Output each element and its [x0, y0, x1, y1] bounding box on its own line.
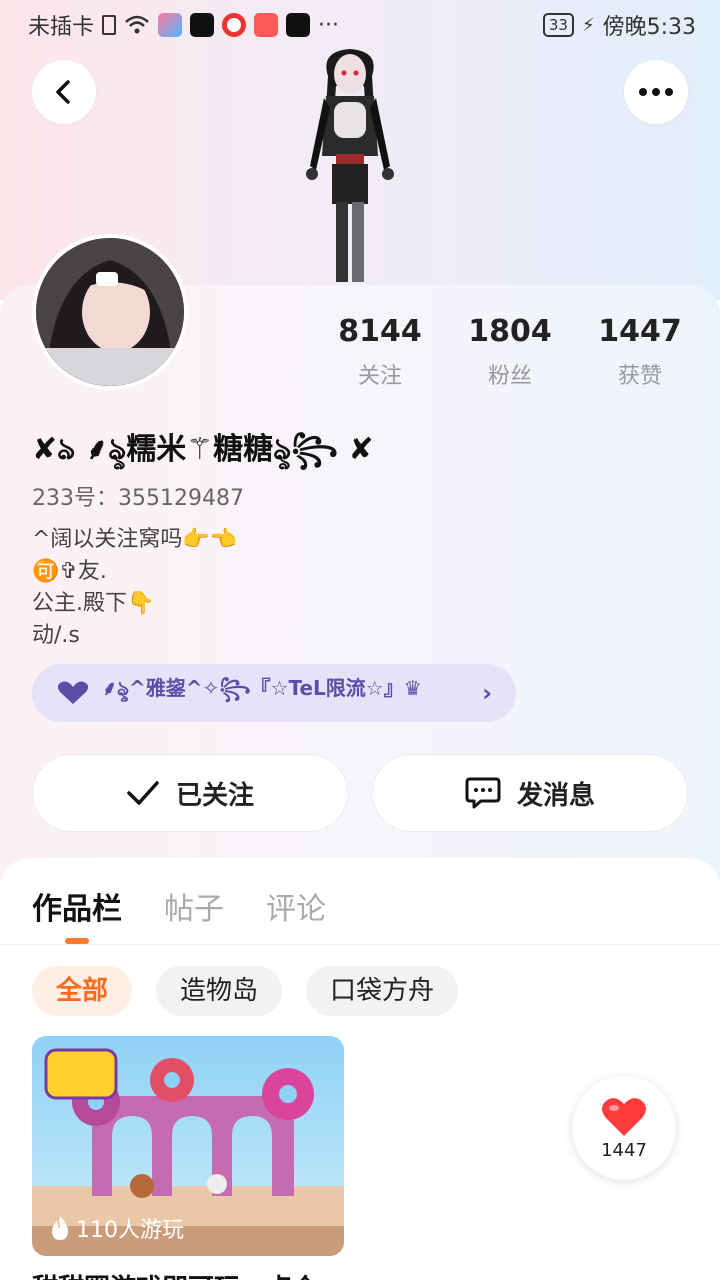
clock: 傍晚5:33 [602, 15, 696, 40]
stat-followers[interactable]: 1804 粉丝 [450, 312, 570, 390]
more-options-button[interactable] [624, 60, 688, 124]
nickname: ✘ঌ ⸙ৡ糯米⚚糖糖ৡ꧂ ✘ [32, 432, 374, 467]
check-icon [127, 781, 159, 805]
charging-icon: ⚡ [581, 14, 595, 36]
bio: ^阔以关注窝吗👉👈 🉑✞友. 公主.殿下👇 动/.s [32, 524, 237, 652]
heart-icon [602, 1097, 646, 1136]
play-count: 110人游玩 [50, 1212, 184, 1244]
stat-following[interactable]: 8144 关注 [320, 312, 440, 390]
content-tabs: 作品栏 帖子 评论 [32, 884, 326, 944]
filter-chips: 全部 造物岛 口袋方舟 [32, 966, 459, 1016]
message-label: 发消息 [516, 780, 595, 811]
stat-value: 1447 [598, 314, 682, 349]
stat-value: 1804 [468, 314, 552, 349]
avatar-photo [36, 238, 184, 386]
shop-icon [254, 13, 279, 37]
like-button[interactable]: 1447 [572, 1076, 676, 1180]
filter-all[interactable]: 全部 [32, 966, 133, 1016]
more-notify-icon: ··· [318, 12, 339, 38]
bio-line: 🉑✞友. [32, 559, 107, 584]
battery-indicator: 33 [542, 13, 574, 37]
filter-creation-island[interactable]: 造物岛 [156, 966, 283, 1016]
filter-pocket-ark[interactable]: 口袋方舟 [306, 966, 459, 1016]
profile-stats: 8144 关注 1804 粉丝 1447 获赞 [320, 312, 700, 390]
avatar-character-figure [306, 49, 394, 282]
status-bar: 未插卡 ··· 33 ⚡ 傍晚5:33 [0, 0, 720, 50]
wifi-icon [125, 15, 149, 34]
heart-icon [57, 681, 89, 704]
carrier-text: 未插卡 [28, 15, 95, 40]
bio-line: 公主.殿下👇 [32, 591, 155, 616]
stat-value: 8144 [338, 314, 422, 349]
account-id: 233号：355129487 [32, 486, 244, 511]
game-title[interactable]: 甜甜圈游戏即可玩，点个 [32, 1268, 318, 1280]
stat-label: 获赞 [617, 364, 662, 389]
record-icon [222, 13, 247, 37]
game-card[interactable]: 110人游玩 [32, 1036, 344, 1256]
tab-posts[interactable]: 帖子 [164, 884, 224, 928]
stat-likes[interactable]: 1447 获赞 [580, 312, 700, 390]
guild-badge[interactable]: ⸙ৡ^雅鋆^✧꧂『☆TeL限流☆』♛ › [32, 664, 516, 722]
music-icon [286, 13, 311, 37]
works-section: 作品栏 帖子 评论 全部 造物岛 口袋方舟 110人游玩 甜甜圈游戏即可玩，点 [0, 858, 720, 1280]
guild-text: ⸙ৡ^雅鋆^✧꧂『☆TeL限流☆』♛ [102, 676, 422, 700]
tab-divider [0, 944, 720, 945]
chat-bubble-icon [465, 777, 501, 809]
chevron-left-icon [56, 80, 70, 104]
send-message-button[interactable]: 发消息 [372, 754, 688, 832]
tab-comments[interactable]: 评论 [266, 884, 326, 928]
like-count: 1447 [601, 1139, 647, 1161]
ellipsis-icon [639, 88, 673, 96]
play-count-text: 110人游玩 [76, 1218, 184, 1243]
sim-icon [102, 15, 117, 35]
back-button[interactable] [32, 60, 96, 124]
following-button[interactable]: 已关注 [32, 754, 348, 832]
tab-works[interactable]: 作品栏 [32, 884, 122, 944]
bio-line: 动/.s [32, 623, 80, 648]
flame-icon [52, 1216, 68, 1240]
avatar[interactable] [32, 234, 188, 390]
following-label: 已关注 [175, 780, 254, 811]
chevron-right-icon: › [482, 679, 492, 707]
stat-label: 关注 [357, 364, 402, 389]
stat-label: 粉丝 [487, 364, 532, 389]
capcut-icon [190, 13, 215, 37]
bio-line: ^阔以关注窝吗👉👈 [32, 527, 238, 552]
app-notify-icon [158, 13, 183, 37]
